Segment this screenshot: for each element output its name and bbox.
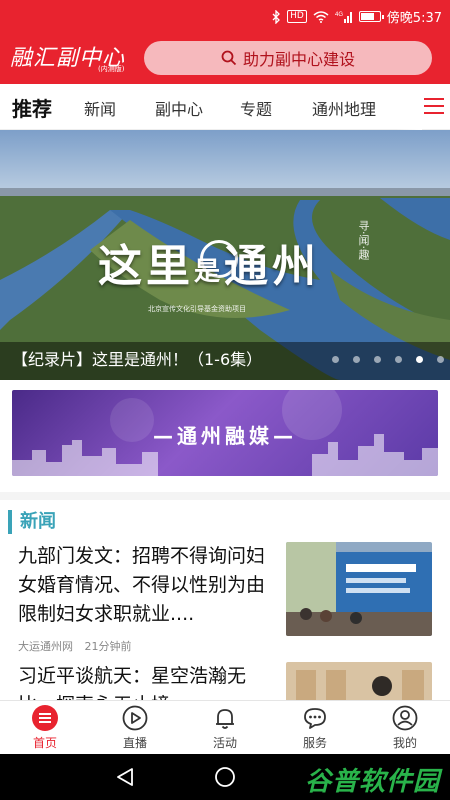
signal-icon: 4G [335, 12, 352, 23]
watermark-logo: 谷普软件园 [304, 767, 440, 797]
carousel-dot[interactable] [374, 356, 381, 363]
bottom-navigation: 首页 直播 活动 服务 我的 [0, 700, 450, 754]
category-tabs: 推荐 新闻 副中心 专题 通州地理 [0, 84, 450, 130]
battery-icon [358, 11, 384, 22]
section-divider [0, 492, 450, 500]
banner-big-title: 这里是通州 [98, 241, 321, 292]
news-title: 九部门发文：招聘不得询问妇女婚育情况、不得以性别为由限制妇女求职就业.... [18, 545, 266, 625]
carousel-dot[interactable] [437, 356, 444, 363]
news-section-title: 新闻 [8, 510, 56, 534]
news-thumbnail [286, 542, 432, 636]
play-icon [122, 705, 148, 731]
carousel-indicator [332, 356, 444, 363]
tab-news[interactable]: 新闻 [84, 96, 116, 120]
status-icons: HD 4G 傍晚5:37 [271, 7, 442, 26]
news-meta: 大运通州网 21分钟前 [18, 638, 140, 654]
tab-menu-icon[interactable] [424, 98, 444, 116]
network-type-label: 4G [335, 12, 343, 18]
tab-special[interactable]: 专题 [240, 96, 272, 120]
carousel-dot[interactable] [395, 356, 402, 363]
nav-label: 首页 [32, 736, 57, 750]
nav-label: 服务 [302, 736, 327, 750]
app-header: 融汇副中心 (内测版) 助力副中心建设 [0, 32, 450, 84]
nav-label: 我的 [392, 736, 417, 750]
promo-banner[interactable]: —通州融媒— [12, 390, 438, 476]
bell-icon [216, 709, 234, 729]
tab-fade [396, 84, 422, 130]
nav-home[interactable]: 首页 [0, 705, 90, 751]
search-placeholder: 助力副中心建设 [242, 50, 355, 69]
promo-text: —通州融媒— [153, 424, 297, 448]
tab-recommend[interactable]: 推荐 [12, 93, 52, 122]
carousel-dot[interactable] [332, 356, 339, 363]
news-item[interactable]: 习近平谈航天：星空浩瀚无比，探索永无止境 [18, 662, 438, 702]
search-bar[interactable]: 助力副中心建设 [144, 41, 432, 75]
nav-label: 活动 [212, 736, 237, 750]
tab-subcenter[interactable]: 副中心 [155, 96, 203, 120]
news-time: 21分钟前 [84, 640, 132, 653]
nav-live[interactable]: 直播 [90, 705, 180, 751]
search-icon [221, 50, 237, 66]
back-icon[interactable] [114, 766, 136, 788]
status-time: 傍晚5:37 [386, 11, 442, 26]
nav-mine[interactable]: 我的 [360, 705, 450, 751]
home-button-icon[interactable] [214, 766, 236, 788]
system-nav-bar: 谷普软件园 [0, 754, 450, 800]
banner-caption[interactable]: 【纪录片】这里是通州！（1-6集） [12, 346, 262, 370]
nav-label: 直播 [122, 736, 147, 750]
banner-carousel[interactable]: 这里是通州 寻·闻·趣 北京宣传文化引导基金资助项目 【纪录片】这里是通州！（1… [0, 130, 450, 380]
news-source: 大运通州网 [18, 640, 73, 653]
chat-icon [304, 708, 326, 729]
carousel-dot[interactable] [416, 356, 423, 363]
news-thumbnail [286, 662, 432, 702]
user-icon [392, 705, 418, 731]
nav-service[interactable]: 服务 [270, 705, 360, 751]
bluetooth-icon [272, 9, 281, 24]
news-item[interactable]: 九部门发文：招聘不得询问妇女婚育情况、不得以性别为由限制妇女求职就业.... 大… [18, 542, 438, 654]
tab-tongzhou-geography[interactable]: 通州地理 [312, 96, 376, 120]
battery-fill [360, 13, 375, 20]
banner-credit: 北京宣传文化引导基金资助项目 [148, 305, 246, 313]
carousel-dot[interactable] [353, 356, 360, 363]
wifi-icon [313, 10, 329, 23]
banner-seal: 寻·闻·趣 [357, 220, 370, 260]
app-logo-sub: (内测版) [98, 65, 125, 73]
home-icon [32, 705, 58, 731]
news-title: 习近平谈航天：星空浩瀚无比，探索永无止境 [18, 665, 247, 702]
status-bar: HD 4G 傍晚5:37 [0, 0, 450, 32]
hd-icon: HD [287, 10, 307, 23]
nav-activity[interactable]: 活动 [180, 705, 270, 751]
